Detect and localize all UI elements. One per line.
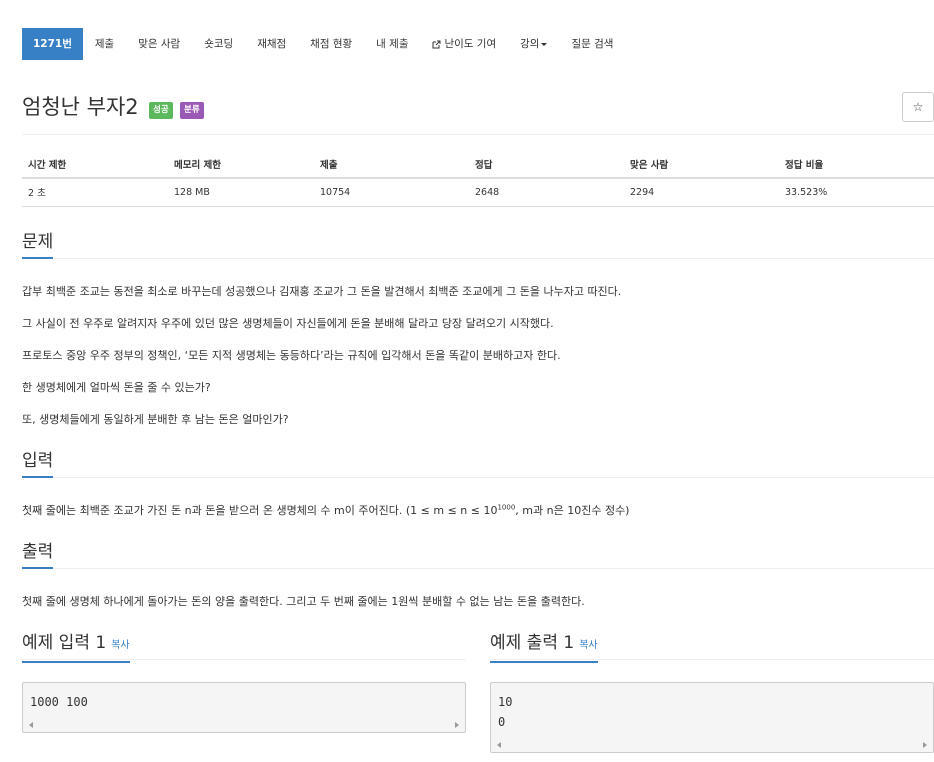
output-section-header: 출력 (22, 539, 934, 569)
description-heading: 문제 (22, 229, 54, 259)
header-accept-ratio: 정답 비율 (779, 151, 934, 179)
caret-down-icon (541, 42, 548, 46)
scroll-left-icon[interactable] (29, 722, 33, 728)
description-line: 그 사실이 전 우주로 알려지자 우주에 있던 많은 생명체들이 자신들에게 돈… (22, 317, 554, 330)
nav-tab-short-coding-label: 숏코딩 (204, 38, 234, 50)
nav-tab-short-coding[interactable]: 숏코딩 (192, 28, 245, 60)
description-line: 갑부 최백준 조교는 동전을 최소로 바꾸는데 성공했으나 김재홍 조교가 그 … (22, 285, 622, 298)
problem-info-table: 시간 제한 메모리 제한 제출 정답 맞은 사람 정답 비율 2 초 128 M… (22, 151, 934, 207)
description-line: 프로토스 중앙 우주 정부의 정책인, ‘모든 지적 생명체는 동등하다’라는 … (22, 349, 561, 362)
title-divider (22, 134, 934, 135)
external-link-icon (432, 40, 441, 49)
nav-tab-problem-label: 1271번 (33, 38, 72, 50)
example-output-heading: 예제 출력 1 복사 (490, 630, 598, 663)
example-input-box[interactable]: 1000 100 (22, 682, 466, 733)
category-badge[interactable]: 분류 (180, 102, 204, 119)
nav-tab-difficulty[interactable]: 난이도 기여 (420, 28, 508, 60)
nav-tab-my-submissions[interactable]: 내 제출 (364, 28, 420, 60)
input-text: 첫째 줄에는 최백준 조교가 가진 돈 n과 돈을 받으러 온 생명체의 수 m… (22, 504, 498, 517)
nav-tab-rejudge-label: 재채점 (257, 38, 287, 50)
cell-time-limit: 2 초 (22, 178, 168, 207)
favorite-button[interactable]: ☆ (902, 92, 934, 122)
description-line: 또, 생명체들에게 동일하게 분배한 후 남는 돈은 얼마인가? (22, 413, 289, 426)
copy-output-link[interactable]: 복사 (579, 640, 597, 651)
nav-tab-problem[interactable]: 1271번 (22, 28, 83, 60)
input-exponent: 1000 (497, 503, 516, 512)
example-output-content: 10 0 (498, 695, 513, 729)
example-output-header: 예제 출력 1 복사 (490, 630, 934, 663)
star-icon: ☆ (912, 100, 924, 114)
header-memory-limit: 메모리 제한 (168, 151, 314, 179)
input-section-header: 입력 (22, 448, 934, 478)
table-header-row: 시간 제한 메모리 제한 제출 정답 맞은 사람 정답 비율 (22, 151, 934, 179)
input-heading: 입력 (22, 448, 54, 478)
cell-submissions: 10754 (314, 178, 469, 207)
cell-accepted: 2648 (469, 178, 624, 207)
output-description: 첫째 줄에 생명체 하나에게 돌아가는 돈의 양을 출력한다. 그리고 두 번째… (22, 595, 585, 608)
horizontal-scrollbar[interactable] (23, 718, 465, 732)
cell-solvers: 2294 (624, 178, 779, 207)
nav-tab-solvers-label: 맞은 사람 (138, 38, 181, 50)
input-description: 첫째 줄에는 최백준 조교가 가진 돈 n과 돈을 받으러 온 생명체의 수 m… (22, 503, 629, 519)
example-input-header: 예제 입력 1 복사 (22, 630, 466, 663)
nav-tab-submit[interactable]: 제출 (83, 28, 126, 60)
problem-title: 엄청난 부자2 (22, 95, 139, 119)
nav-tab-rejudge[interactable]: 재채점 (245, 28, 298, 60)
output-heading: 출력 (22, 539, 54, 569)
scroll-right-icon[interactable] (923, 742, 927, 748)
example-input-heading: 예제 입력 1 복사 (22, 630, 130, 663)
problem-nav: 1271번 제출 맞은 사람 숏코딩 재채점 채점 현황 내 제출 난이도 기여… (22, 28, 625, 60)
header-time-limit: 시간 제한 (22, 151, 168, 179)
copy-input-link[interactable]: 복사 (111, 640, 129, 651)
nav-tab-my-submissions-label: 내 제출 (376, 38, 409, 50)
scroll-right-icon[interactable] (455, 722, 459, 728)
header-submissions: 제출 (314, 151, 469, 179)
status-badge[interactable]: 성공 (149, 102, 173, 119)
example-input-title: 예제 입력 1 (22, 633, 107, 653)
example-input-content: 1000 100 (30, 695, 88, 709)
nav-tab-question-search-label: 질문 검색 (571, 38, 614, 50)
nav-tab-solvers[interactable]: 맞은 사람 (126, 28, 192, 60)
header-accepted: 정답 (469, 151, 624, 179)
input-text-tail: , m과 n은 10진수 정수) (515, 504, 630, 517)
problem-title-row: 엄청난 부자2 성공 분류 ☆ (22, 92, 934, 124)
nav-tab-difficulty-label: 난이도 기여 (444, 38, 497, 50)
nav-tab-status-label: 채점 현황 (310, 38, 353, 50)
nav-tab-lectures[interactable]: 강의 (508, 28, 559, 60)
nav-tab-submit-label: 제출 (94, 38, 115, 50)
description-section-header: 문제 (22, 229, 934, 259)
table-row: 2 초 128 MB 10754 2648 2294 33.523% (22, 178, 934, 207)
example-output-title: 예제 출력 1 (490, 633, 575, 653)
nav-tab-lectures-label: 강의 (520, 38, 540, 50)
header-solvers: 맞은 사람 (624, 151, 779, 179)
horizontal-scrollbar[interactable] (491, 738, 933, 752)
example-output-box[interactable]: 10 0 (490, 682, 934, 753)
cell-accept-ratio: 33.523% (779, 178, 934, 207)
scroll-left-icon[interactable] (497, 742, 501, 748)
nav-tab-status[interactable]: 채점 현황 (298, 28, 364, 60)
nav-tab-question-search[interactable]: 질문 검색 (559, 28, 625, 60)
description-line: 한 생명체에게 얼마씩 돈을 줄 수 있는가? (22, 381, 211, 394)
cell-memory-limit: 128 MB (168, 178, 314, 207)
